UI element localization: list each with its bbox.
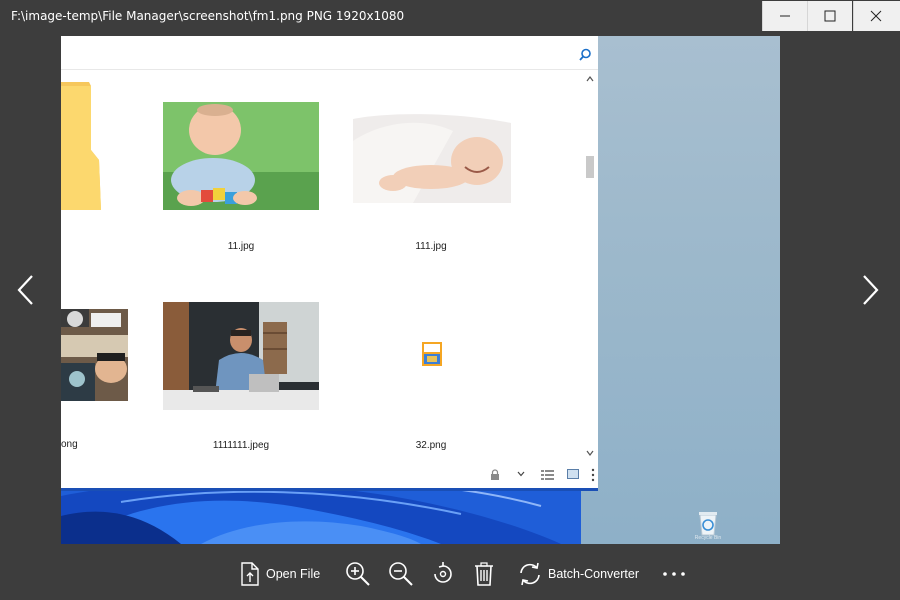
window-title: F:\image-temp\File Manager\screenshot\fm… [11,9,405,23]
rotate-button[interactable] [430,560,456,588]
details-view-icon [541,470,554,480]
window-shadow-edge [61,488,598,491]
scroll-up-icon [586,76,594,82]
file-manager-statusbar [61,462,598,489]
file-thumbnail [163,302,319,410]
file-thumbnail [353,114,511,203]
zoom-out-icon [389,562,413,586]
chevron-down-icon [517,471,525,477]
file-name-label: 32.png [415,440,447,451]
file-manager-scrollbar [584,72,596,462]
file-name-label: ong [61,439,78,450]
file-thumbnail [61,309,128,401]
open-file-button[interactable]: Open File [240,560,320,588]
close-button[interactable] [853,1,900,31]
search-bar [61,36,598,70]
more-icon [663,572,685,576]
open-file-icon [241,562,259,586]
file-manager-window: 11.jpg 111.jpg ong 1111111.jpeg 32.png [61,36,598,491]
file-name-label: 111.jpg [415,241,447,252]
thumbnail-view-icon [567,469,579,479]
scroll-down-icon [586,450,594,456]
recycle-bin-label: Recycle Bin [694,535,722,541]
file-name-label: 1111111.jpeg [212,440,270,451]
maximize-button[interactable] [807,1,852,31]
more-options-button[interactable] [662,560,686,588]
image-canvas: Recycle Bin 11.jpg 111.jpg ong 1111111.j… [61,36,780,544]
previous-image-button[interactable] [12,272,42,308]
batch-converter-icon [520,562,540,586]
folder-icon [61,82,101,210]
bottom-toolbar: Open File Batch-Converter [0,548,900,600]
zoom-in-button[interactable] [345,560,371,588]
zoom-in-icon [346,562,370,586]
more-icon [591,468,595,482]
open-file-label: Open File [266,567,321,581]
chevron-left-icon [17,275,33,305]
next-image-button[interactable] [856,272,886,308]
minimize-button[interactable] [762,1,807,31]
zoom-out-button[interactable] [388,560,414,588]
delete-button[interactable] [473,560,495,588]
file-name-label: 11.jpg [227,241,255,252]
file-thumbnail [163,102,319,210]
chevron-right-icon [863,275,879,305]
minimize-icon [780,15,790,17]
close-icon [870,10,882,22]
maximize-icon [824,10,836,22]
rotate-icon [434,562,452,583]
scroll-thumb [586,156,594,178]
search-icon [579,48,591,61]
batch-converter-label: Batch-Converter [548,567,640,581]
batch-converter-button[interactable]: Batch-Converter [518,560,639,588]
png-file-icon [422,342,442,366]
delete-icon [475,562,493,586]
lock-icon [491,469,499,480]
title-bar: F:\image-temp\File Manager\screenshot\fm… [0,0,900,32]
